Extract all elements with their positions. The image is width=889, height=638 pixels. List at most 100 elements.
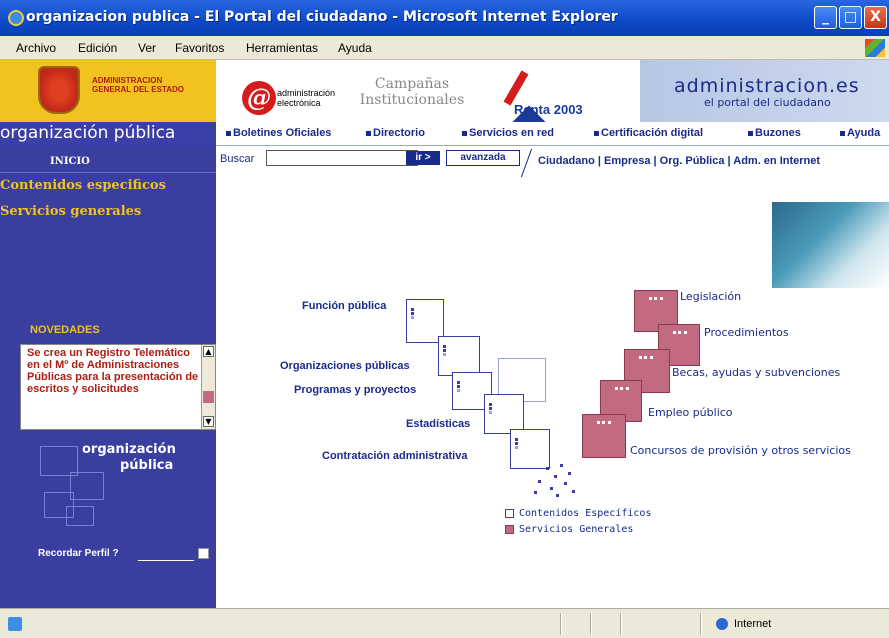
ae-banner[interactable]: @ administración electrónica [216,60,352,122]
scroll-thumb[interactable] [203,391,214,403]
link-funcion-publica[interactable]: Función pública [302,300,386,312]
search-row: Buscar ir > avanzada Ciudadano | Empresa… [216,146,889,182]
campanas-line1: Campañas [374,76,450,92]
window-titlebar: organizacion publica - El Portal del ciu… [0,0,889,36]
decor-dot [550,487,553,490]
menu-favoritos[interactable]: Favoritos [175,41,224,55]
search-go-button[interactable]: ir > [406,151,440,165]
box-contratacion[interactable] [510,429,550,469]
renta-label: Renta 2003 [514,102,583,117]
windows-logo-icon [865,39,885,57]
menu-edicion[interactable]: Edición [78,41,117,55]
sidebar-item-servicios[interactable]: Servicios generales [0,204,141,219]
menu-archivo[interactable]: Archivo [16,41,56,55]
nav-servicios-red[interactable]: Servicios en red [462,127,554,139]
nav-boletines[interactable]: Boletines Oficiales [226,127,331,139]
nav-directorio[interactable]: Directorio [366,127,425,139]
sidebar-item-contenidos[interactable]: Contenidos especificos [0,178,166,193]
nav-certificacion[interactable]: Certificación digital [594,127,703,139]
logo-square [66,506,94,526]
decor-dot [554,475,557,478]
menu-ver[interactable]: Ver [138,41,156,55]
close-icon: X [870,9,881,25]
status-separator [700,613,702,635]
ae-line1: administración [277,88,336,98]
status-separator [620,613,622,635]
menu-herramientas[interactable]: Herramientas [246,41,318,55]
portal-banner[interactable]: administracion.es el portal del ciudadan… [640,60,889,122]
renta-banner[interactable]: Renta 2003 [472,60,640,122]
close-button[interactable]: X [864,6,887,29]
portal-title: administracion.es [674,75,860,97]
link-becas[interactable]: Becas, ayudas y subvenciones [672,366,840,379]
window-title: organizacion publica - El Portal del ciu… [26,9,618,25]
news-scrollbar[interactable]: ▲ ▼ [201,345,215,429]
status-separator [590,613,592,635]
link-concursos[interactable]: Concursos de provisión y otros servicios [630,444,851,457]
decor-dot [564,482,567,485]
campanas-banner[interactable]: Campañas Institucionales [352,60,472,122]
minimize-button[interactable]: _ [814,6,837,29]
link-programas[interactable]: Programas y proyectos [294,384,416,396]
ae-line2: electrónica [277,98,321,108]
link-empleo[interactable]: Empleo público [648,406,733,419]
audience-links[interactable]: Ciudadano | Empresa | Org. Pública | Adm… [538,154,858,168]
keyboard-photo [772,202,889,288]
menu-ayuda[interactable]: Ayuda [338,41,372,55]
recordar-underline [138,560,194,561]
sidebar-divider [0,172,216,173]
campanas-text: Campañas Institucionales [354,76,470,108]
section-brand: organización pública [0,122,216,146]
maximize-button[interactable]: □ [839,6,862,29]
globe-icon [716,618,728,630]
minimize-icon: _ [822,9,829,25]
recordar-perfil-label: Recordar Perfil ? [38,548,119,559]
box-estadisticas[interactable] [484,394,524,434]
decor-dot [534,491,537,494]
box-organizaciones[interactable] [438,336,480,376]
box-concursos[interactable] [582,414,626,458]
security-zone: Internet [734,618,772,630]
at-logo-icon: @ [242,81,276,115]
sidebar: INICIO Contenidos especificos Servicios … [0,146,216,608]
advanced-search-button[interactable]: avanzada [446,150,520,166]
portal-subtitle: el portal del ciudadano [704,96,831,109]
ae-text: administración electrónica [277,88,335,108]
coat-of-arms-icon [38,66,80,114]
org-logo-line2: pública [120,458,174,473]
link-legislacion[interactable]: Legislación [680,290,741,303]
link-organizaciones[interactable]: Organizaciones públicas [280,360,410,372]
novedades-heading: NOVEDADES [30,324,100,336]
nav-ayuda[interactable]: Ayuda [840,127,880,139]
sidebar-inicio[interactable]: INICIO [50,156,90,167]
decor-dot [568,472,571,475]
campanas-line2: Institucionales [359,92,465,108]
legend-generales-swatch [505,525,514,534]
gov-logo-banner[interactable]: ADMINISTRACION GENERAL DEL ESTADO [0,60,216,122]
renta-slash-icon [503,70,529,106]
nav-buzones[interactable]: Buzones [748,127,801,139]
logo-square [70,472,104,500]
search-input[interactable] [266,150,418,166]
link-estadisticas[interactable]: Estadísticas [406,418,470,430]
scroll-up-icon[interactable]: ▲ [203,346,214,357]
sidebar-org-logo[interactable]: organización pública [40,442,210,532]
ie-icon [8,10,24,26]
link-contratacion[interactable]: Contratación administrativa [322,450,467,462]
legend-especificos-swatch [505,509,514,518]
search-label: Buscar [220,153,255,165]
decor-dot [572,490,575,493]
news-box: Se crea un Registro Telemático en el Mº … [20,344,216,430]
legend-generales: Servicios Generales [519,524,634,535]
legend-especificos: Contenidos Específicos [519,508,652,519]
recordar-perfil-checkbox[interactable] [198,548,209,559]
link-procedimientos[interactable]: Procedimientos [704,326,789,339]
menubar: Archivo Edición Ver Favoritos Herramient… [0,36,889,60]
scroll-down-icon[interactable]: ▼ [203,416,214,427]
news-item-link[interactable]: Se crea un Registro Telemático en el Mº … [27,347,199,395]
page-icon [8,617,22,631]
status-bar: Internet [0,608,889,638]
status-separator [560,613,562,635]
decor-dot [556,494,559,497]
decor-dot [546,467,549,470]
